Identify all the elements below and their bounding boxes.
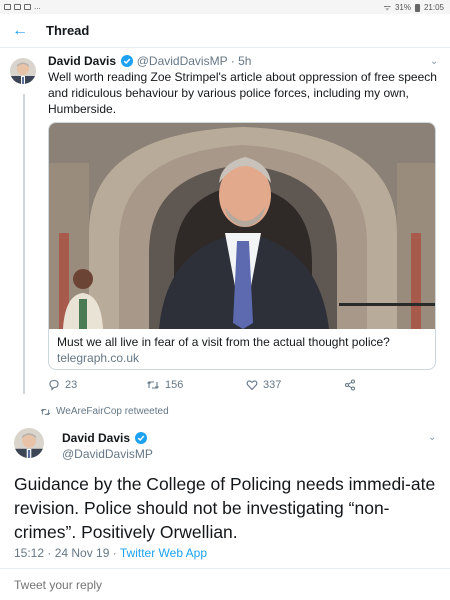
- link-card[interactable]: Must we all live in fear of a visit from…: [48, 122, 436, 370]
- tweet-text: Guidance by the College of Policing need…: [14, 474, 436, 542]
- chevron-down-icon[interactable]: ⌄: [428, 432, 436, 443]
- system-icons: ᯤ 31% 21:05: [384, 2, 444, 13]
- retweet-count: 156: [165, 379, 184, 391]
- avatar[interactable]: [10, 58, 36, 84]
- mail-icon: [14, 3, 21, 10]
- chevron-down-icon[interactable]: ⌄: [430, 56, 438, 67]
- reply-bar: [0, 568, 450, 600]
- tweet-text: Well worth reading Zoe Strimpel's articl…: [48, 70, 437, 116]
- status-bar: ... ᯤ 31% 21:05: [0, 0, 450, 14]
- page-title: Thread: [46, 23, 90, 38]
- retweet-icon: [40, 408, 51, 415]
- reply-count: 23: [65, 379, 78, 391]
- like-count: 337: [263, 379, 282, 391]
- gallery-icon: [4, 3, 11, 10]
- bag-icon: [24, 3, 31, 10]
- author-name[interactable]: David Davis: [48, 54, 116, 68]
- heart-icon: [246, 380, 258, 391]
- verified-badge-icon: [121, 55, 134, 67]
- top-bar: ← Thread: [0, 14, 450, 48]
- notification-icons: ...: [4, 2, 41, 11]
- card-image: [49, 123, 435, 329]
- share-button[interactable]: [344, 379, 356, 391]
- battery-percent: 31%: [394, 3, 411, 12]
- battery-icon: [414, 3, 420, 12]
- author-handle[interactable]: @DavidDavisMP: [62, 447, 153, 461]
- author-name[interactable]: David Davis: [62, 431, 130, 445]
- card-domain: telegraph.co.uk: [57, 351, 140, 365]
- tweet-timestamp: 15:12 · 24 Nov 19 ·: [14, 546, 117, 560]
- retweet-context-label: WeAreFairCop retweeted: [56, 406, 169, 417]
- clock: 21:05: [423, 3, 444, 12]
- reply-button[interactable]: 23: [48, 379, 77, 391]
- like-button[interactable]: 337: [246, 379, 281, 391]
- signal-icon: ᯤ: [383, 3, 391, 12]
- verified-badge-icon: [135, 432, 148, 444]
- reply-input[interactable]: [14, 578, 169, 592]
- retweet-context[interactable]: WeAreFairCop retweeted: [40, 406, 169, 417]
- reply-icon: [49, 379, 59, 391]
- back-arrow-icon[interactable]: ←: [10, 22, 30, 40]
- tweet-header: David Davis @DavidDavisMP · 5h: [48, 54, 252, 68]
- share-icon: [345, 379, 355, 391]
- avatar[interactable]: [14, 428, 44, 458]
- card-title: Must we all live in fear of a visit from…: [57, 335, 390, 349]
- tweet-source-app[interactable]: Twitter Web App: [120, 546, 207, 560]
- author-handle[interactable]: @DavidDavisMP: [137, 54, 228, 68]
- retweet-button[interactable]: 156: [146, 379, 183, 391]
- thread-connector-line: [23, 94, 25, 394]
- tweet-time: 5h: [238, 54, 252, 68]
- retweet-icon: [147, 381, 159, 389]
- tweet-meta: 15:12 · 24 Nov 19 · Twitter Web App: [14, 546, 207, 560]
- status-more: ...: [34, 2, 41, 11]
- author-name-row[interactable]: David Davis: [62, 431, 148, 445]
